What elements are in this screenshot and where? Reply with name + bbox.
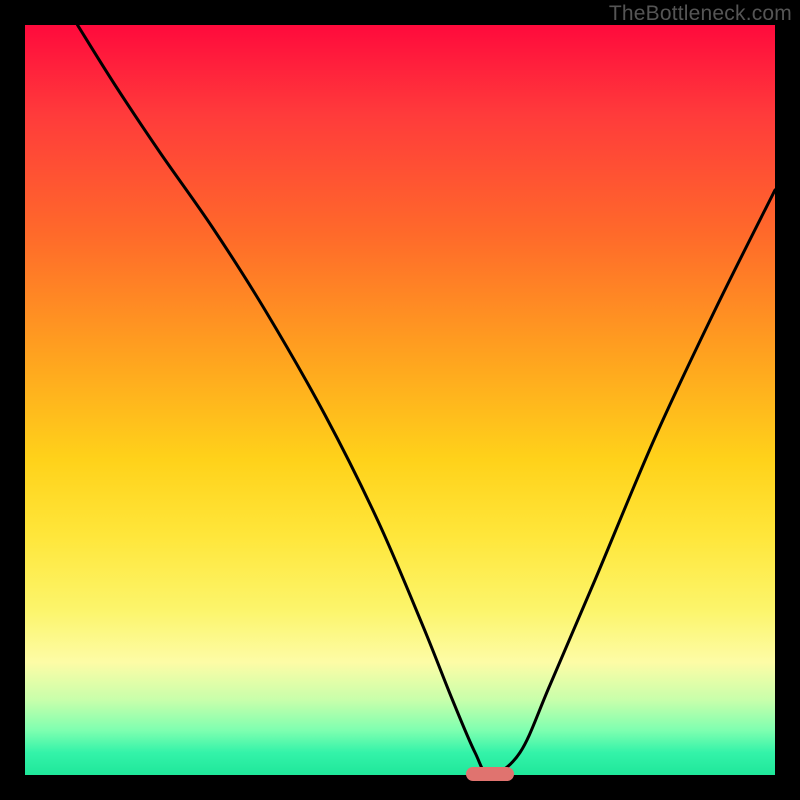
plot-area xyxy=(25,25,775,775)
bottleneck-curve xyxy=(25,25,775,775)
curve-path xyxy=(78,25,776,775)
optimum-marker xyxy=(466,767,515,781)
watermark-text: TheBottleneck.com xyxy=(609,2,792,26)
